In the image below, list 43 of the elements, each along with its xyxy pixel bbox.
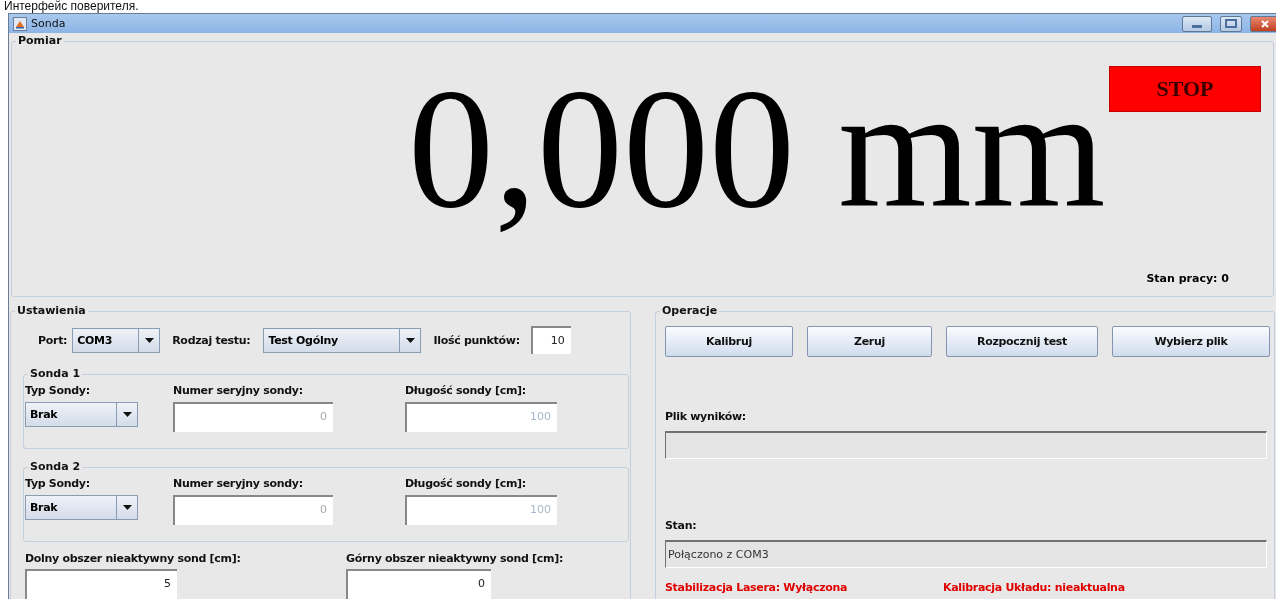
group-title: Operacje <box>660 304 720 318</box>
app-icon <box>13 16 27 31</box>
work-state-text: Stan pracy: 0 <box>1146 272 1229 285</box>
indicator-text: Kalibracja Układu: nieaktualna <box>943 581 1125 594</box>
caret-icon <box>122 505 132 510</box>
lower-area-label: Dolny obszer nieaktywny sond [cm]: <box>25 552 242 565</box>
port-label: Port: <box>38 333 68 347</box>
input-field[interactable]: 10 <box>530 326 571 354</box>
status-label: Stan: <box>665 519 698 532</box>
caret-icon <box>405 337 415 343</box>
measurement-reading: 0,000 mm <box>408 62 1106 234</box>
status-field[interactable]: Połączono z COM3 <box>665 540 1267 568</box>
results-file-field[interactable] <box>665 431 1267 459</box>
dropdown[interactable]: Test Ogólny <box>263 327 422 353</box>
probe-type-label: Typ Sondy: <box>25 477 91 490</box>
window-title: Sonda <box>31 17 66 30</box>
stop-button[interactable]: STOP <box>1109 66 1261 112</box>
input-field[interactable]: 0 <box>346 569 491 599</box>
probe-type-label: Typ Sondy: <box>25 384 91 397</box>
points-label: Ilość punktów: <box>433 333 520 347</box>
dropdown[interactable]: Brak <box>25 495 138 520</box>
caret-icon <box>122 412 132 417</box>
length-label: Długość sondy [cm]: <box>405 384 527 397</box>
dropdown[interactable]: Brak <box>25 402 138 427</box>
results-file-label: Plik wyników: <box>665 410 747 423</box>
upper-area-label: Górny obszer nieaktywny sond [cm]: <box>346 552 565 565</box>
serial-label: Numer seryjny sondy: <box>173 477 304 490</box>
maximize-button[interactable] <box>1220 15 1242 32</box>
test-type-label: Rodzaj testu: <box>172 333 251 347</box>
input-field[interactable]: 5 <box>25 569 177 599</box>
action-button[interactable]: Zeruj <box>807 326 932 357</box>
serial-label: Numer seryjny sondy: <box>173 384 304 397</box>
close-button[interactable] <box>1250 15 1276 32</box>
minimize-button[interactable] <box>1182 15 1212 32</box>
length-label: Długość sondy [cm]: <box>405 477 527 490</box>
dropdown[interactable]: COM3 <box>72 327 161 353</box>
close-icon <box>1260 18 1270 29</box>
action-button[interactable]: Wybierz plik <box>1112 326 1270 357</box>
caret-icon <box>144 337 154 343</box>
caption-text: Интерфейс поверителя. <box>4 0 139 13</box>
action-button[interactable]: Kalibruj <box>665 326 793 357</box>
action-button[interactable]: Rozpocznij test <box>946 326 1098 357</box>
indicator-text: Stabilizacja Lasera: Wyłączona <box>665 581 849 594</box>
